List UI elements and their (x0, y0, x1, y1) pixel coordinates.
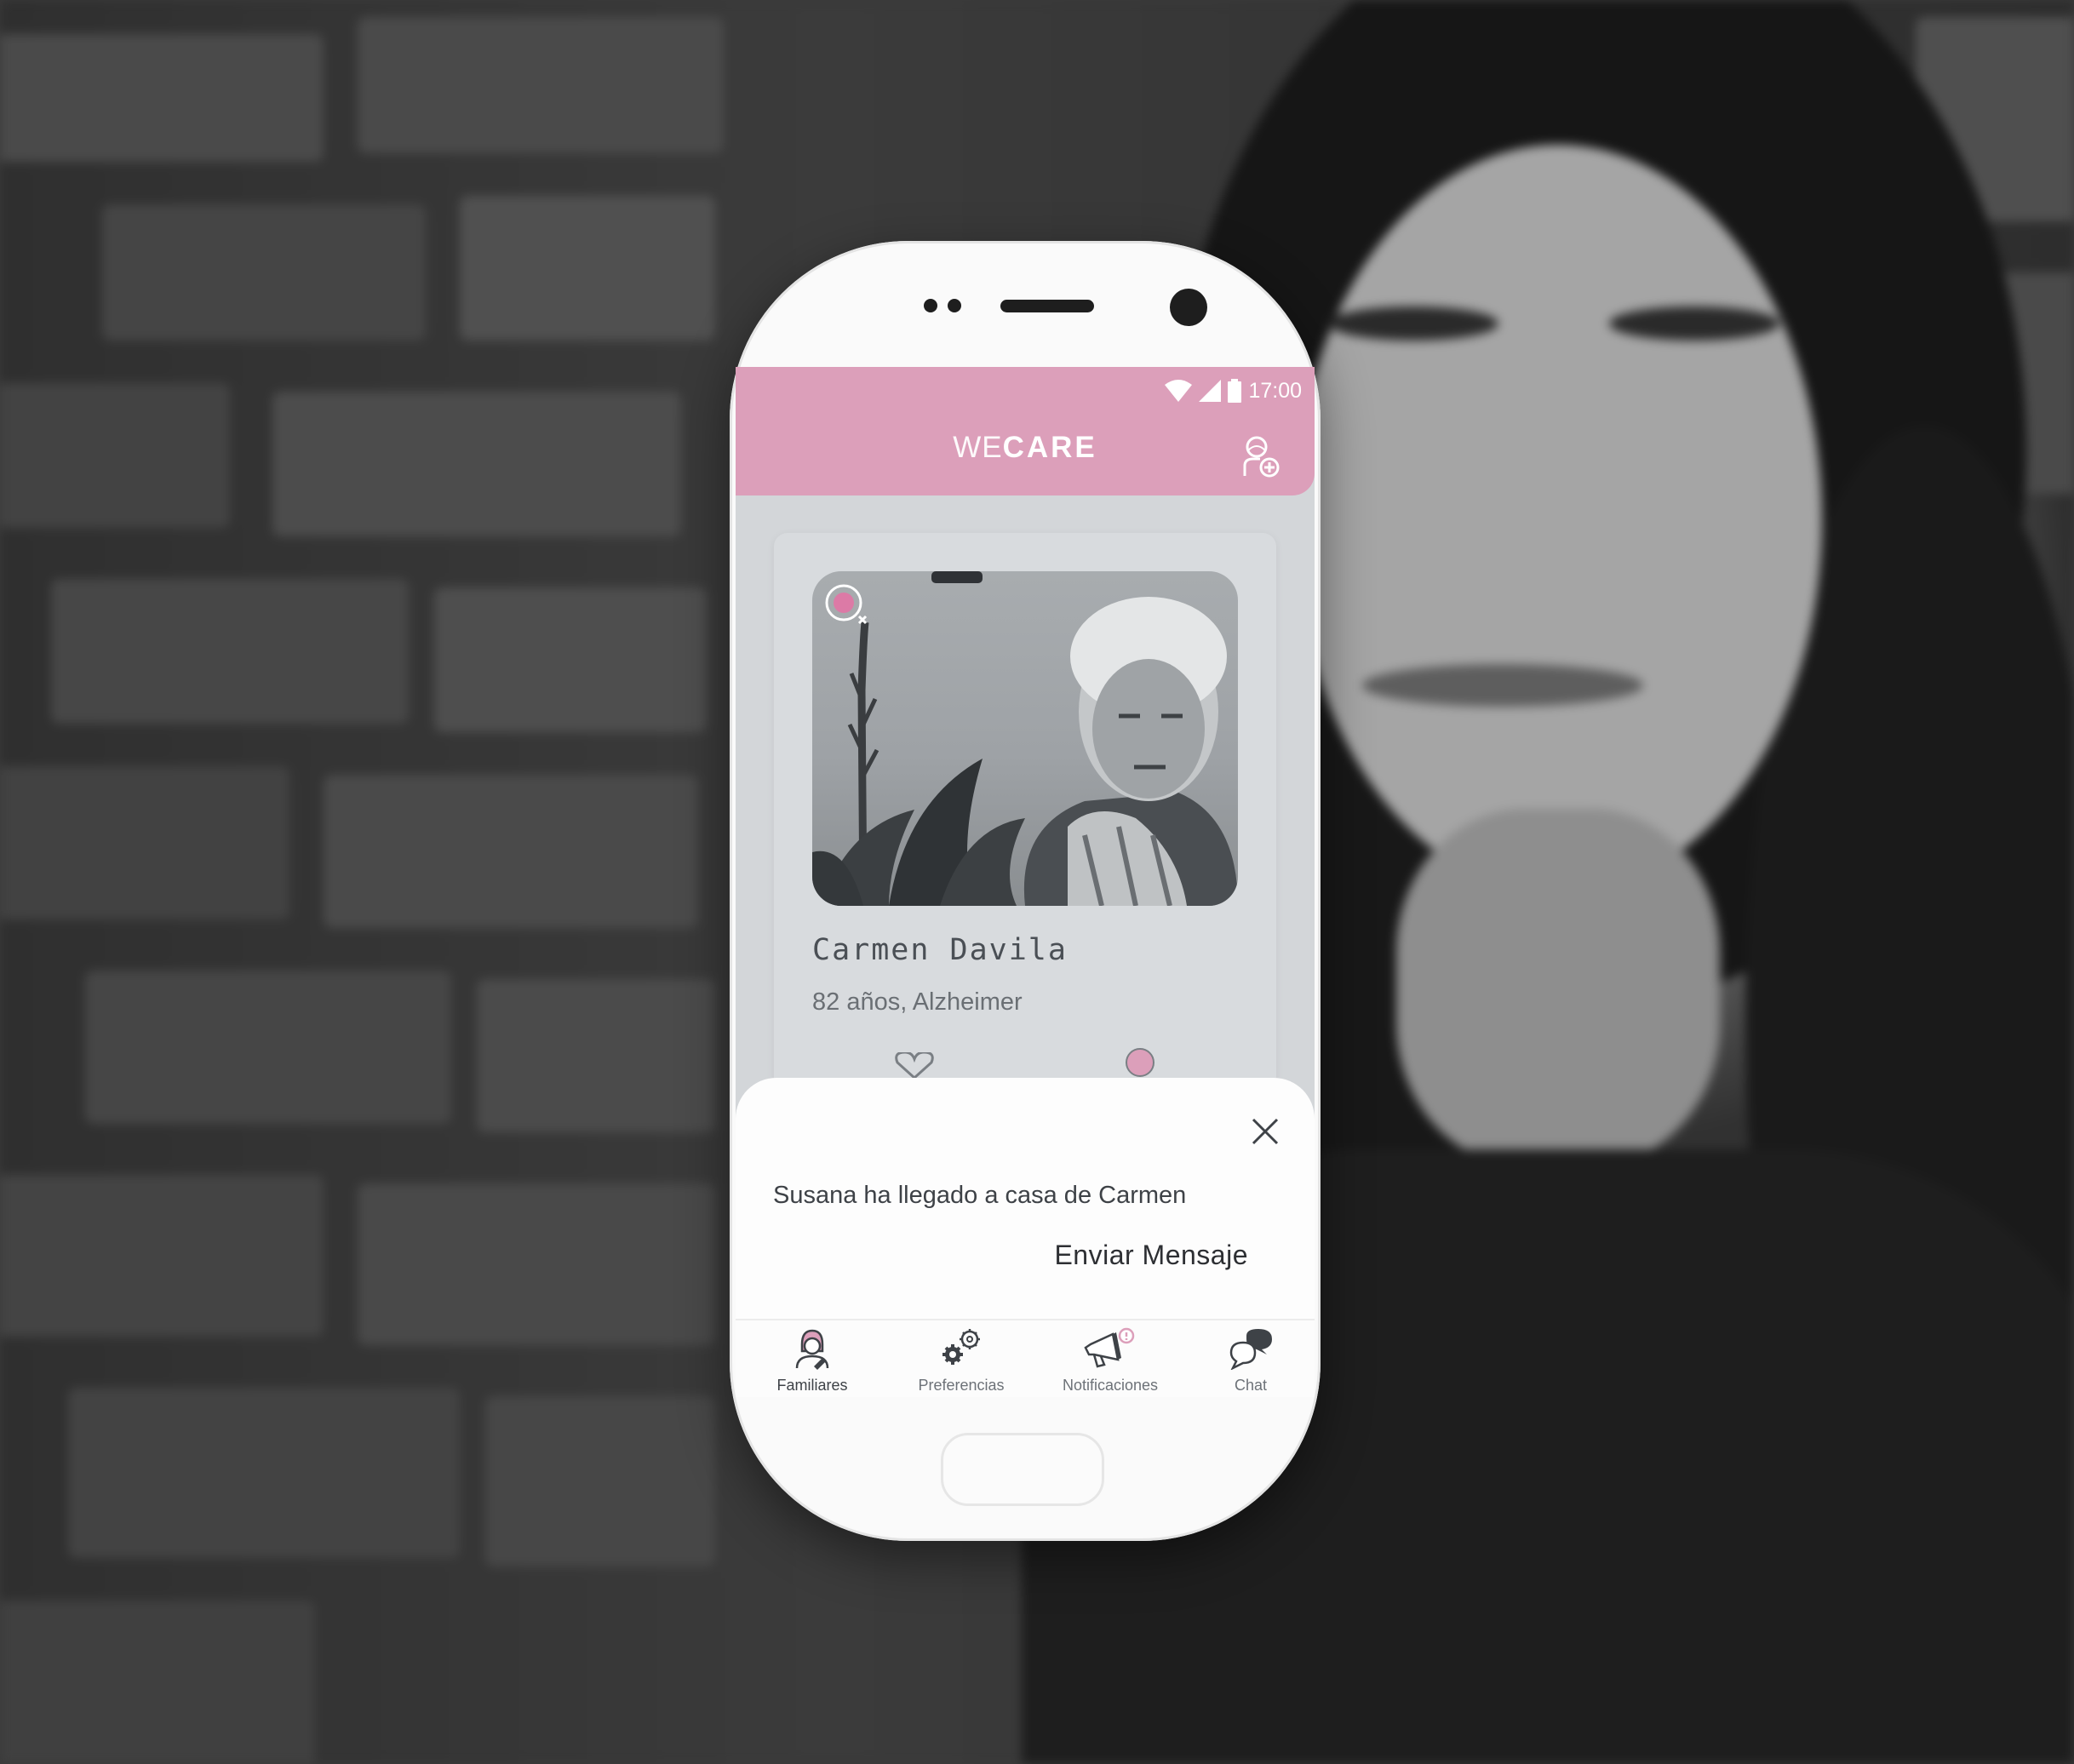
tab-label-notificaciones: Notificaciones (1062, 1377, 1159, 1394)
location-pin-icon[interactable] (823, 582, 869, 628)
caregiver-icon[interactable] (1123, 1047, 1157, 1078)
chat-bubbles-icon (1229, 1329, 1272, 1370)
app-bar: 17:00 WECARE (736, 367, 1315, 495)
app-screen: 17:00 WECARE Carmen Davila 82 años, Alzh… (736, 367, 1315, 1397)
gears-icon (942, 1329, 980, 1365)
battery-icon (1228, 379, 1242, 403)
phone-mockup: 17:00 WECARE Carmen Davila 82 años, Alzh… (730, 241, 1321, 1541)
tab-notificaciones[interactable]: Notificaciones (1038, 1320, 1183, 1397)
home-button[interactable] (941, 1433, 1104, 1506)
close-icon[interactable] (1250, 1116, 1280, 1147)
front-camera (1170, 289, 1207, 326)
tab-preferencias[interactable]: Preferencias (897, 1320, 1025, 1397)
megaphone-icon (1084, 1327, 1135, 1368)
status-bar: 17:00 (1165, 374, 1302, 408)
brand-bold: CARE (1002, 431, 1097, 464)
send-message-button[interactable]: Enviar Mensaje (1054, 1240, 1248, 1271)
tab-familiares[interactable]: Familiares (753, 1320, 872, 1397)
tab-label-chat: Chat (1234, 1377, 1268, 1394)
brand-light: WE (953, 431, 1003, 464)
patient-photo (812, 571, 1238, 906)
patient-name: Carmen Davila (812, 933, 1068, 967)
earpiece-speaker (1000, 300, 1094, 312)
signal-icon (1199, 380, 1222, 402)
bottom-tab-bar: Familiares Preferencias Notificaciones C… (736, 1319, 1315, 1397)
heart-icon[interactable] (893, 1052, 936, 1078)
add-user-icon[interactable] (1241, 435, 1280, 478)
card-actions (774, 1044, 1276, 1078)
familiares-icon (795, 1329, 829, 1370)
tab-label-familiares: Familiares (776, 1377, 848, 1394)
patient-details: 82 años, Alzheimer (812, 988, 1023, 1016)
status-time: 17:00 (1248, 378, 1302, 403)
wifi-icon (1165, 380, 1193, 402)
app-logo: WECARE (736, 431, 1315, 465)
patient-photo-illustration (812, 571, 1238, 906)
tab-label-preferencias: Preferencias (918, 1377, 1005, 1394)
tab-chat[interactable]: Chat (1212, 1320, 1289, 1397)
notification-message: Susana ha llegado a casa de Carmen (773, 1182, 1187, 1209)
patient-card[interactable]: Carmen Davila 82 años, Alzheimer (774, 533, 1276, 1146)
